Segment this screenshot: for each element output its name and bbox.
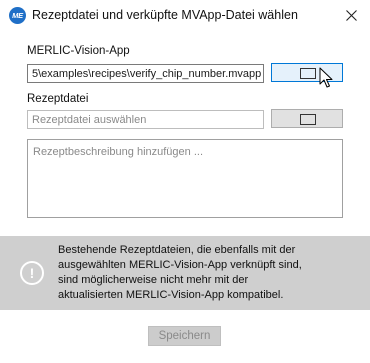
info-line: aktualisierten MERLIC-Vision-App kompati… xyxy=(58,289,284,301)
vision-app-path-field[interactable]: 5\examples\recipes\verify_chip_number.mv… xyxy=(27,64,264,83)
browse-recipe-file-button[interactable] xyxy=(271,109,343,128)
vision-app-label: MERLIC-Vision-App xyxy=(27,45,130,57)
recipe-file-field[interactable]: Rezeptdatei auswählen xyxy=(27,110,264,129)
info-line: Bestehende Rezeptdateien, die ebenfalls … xyxy=(58,244,296,256)
mouse-cursor-icon xyxy=(319,67,333,88)
info-line: ausgewählten MERLIC-Vision-App verknüpft… xyxy=(58,259,302,271)
recipe-description-textarea[interactable]: Rezeptbeschreibung hinzufügen ... xyxy=(27,139,343,218)
info-panel: ! Bestehende Rezeptdateien, die ebenfall… xyxy=(0,236,370,310)
close-icon xyxy=(346,10,357,21)
close-button[interactable] xyxy=(342,4,362,26)
folder-icon xyxy=(300,68,316,79)
recipe-file-label: Rezeptdatei xyxy=(27,93,89,105)
info-message: Bestehende Rezeptdateien, die ebenfalls … xyxy=(58,243,358,303)
merlic-app-icon: ME xyxy=(9,7,26,24)
exclamation-circle-icon: ! xyxy=(20,261,44,285)
folder-icon xyxy=(300,114,316,125)
save-button[interactable]: Speichern xyxy=(148,326,221,346)
window-title: Rezeptdatei und verküpfte MVApp-Datei wä… xyxy=(32,8,298,22)
title-bar: ME Rezeptdatei und verküpfte MVApp-Datei… xyxy=(0,0,370,31)
info-line: sind möglicherweise nicht mehr mit der xyxy=(58,274,249,286)
